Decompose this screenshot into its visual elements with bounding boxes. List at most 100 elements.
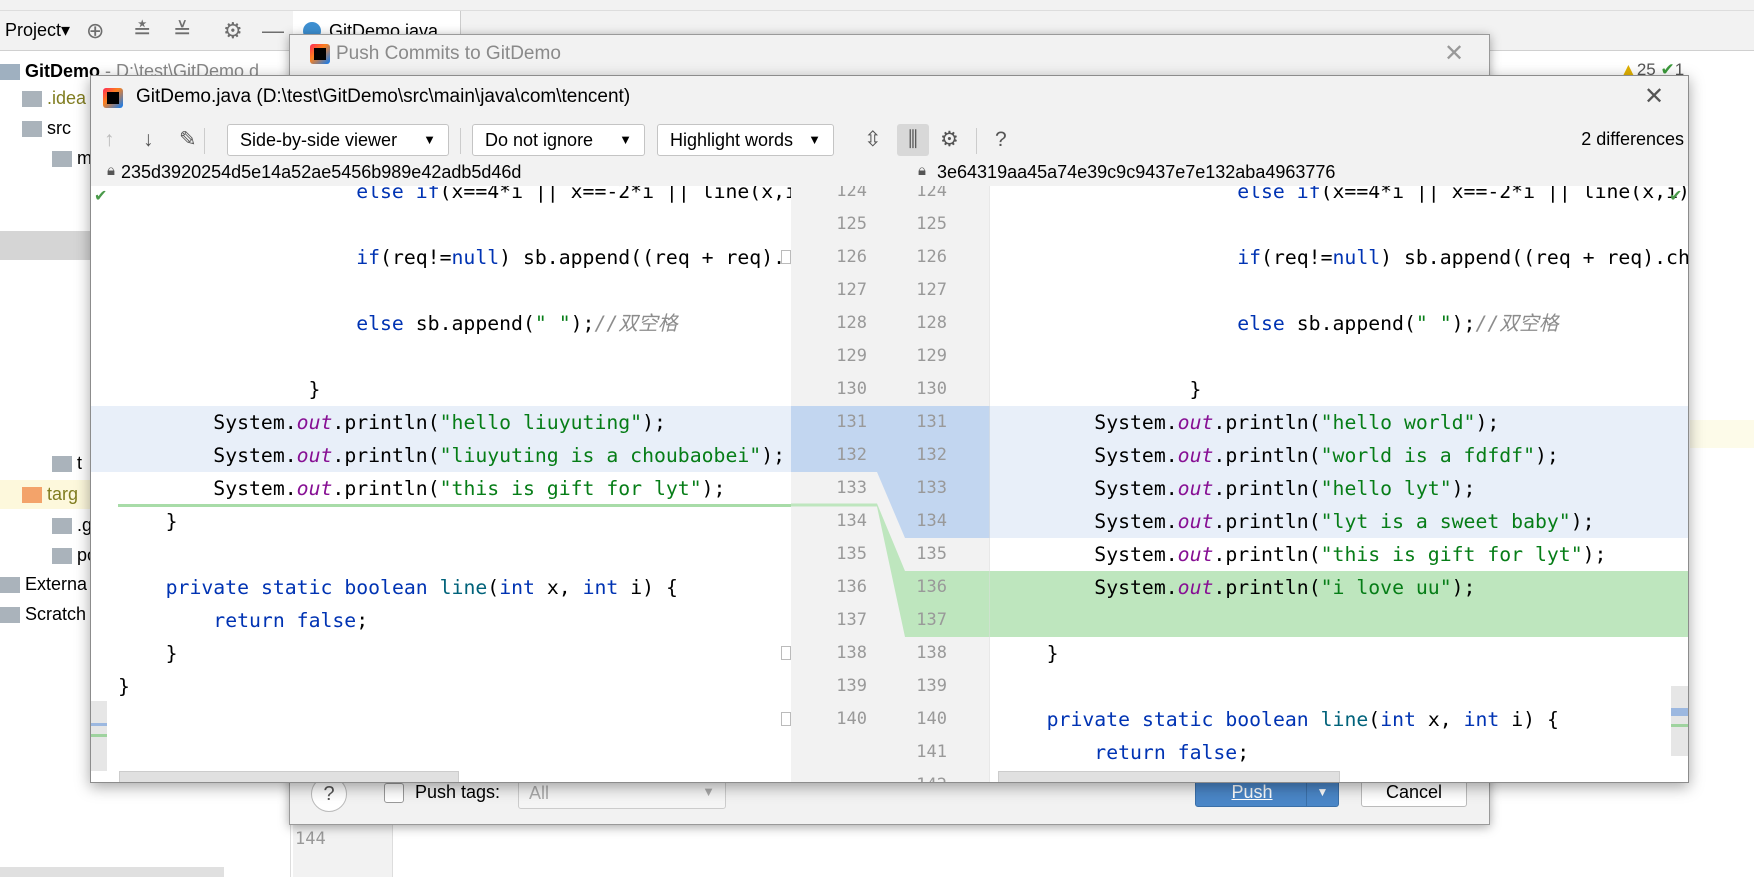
code-line[interactable]: System.out.println("this is gift for lyt…: [91, 472, 791, 505]
code-line[interactable]: System.out.println("hello lyt");: [990, 472, 1688, 505]
diff-content: else if(x==4*i || x==-2*i || line(x,i)) …: [91, 186, 1688, 782]
code-text: System.out.println("hello lyt");: [1094, 477, 1476, 500]
code-line[interactable]: else sb.append(" ");//双空格: [990, 307, 1688, 340]
folder-icon: [22, 91, 42, 108]
collapse-all-icon[interactable]: ≚: [173, 19, 191, 43]
tree-scrollbar[interactable]: [0, 867, 224, 877]
gear-icon[interactable]: ⚙: [940, 126, 959, 154]
code-line[interactable]: private static boolean line(int x, int i…: [990, 703, 1688, 736]
folder-icon: [0, 607, 20, 624]
code-line[interactable]: [91, 274, 791, 307]
code-line[interactable]: System.out.println("hello world");: [990, 406, 1688, 439]
code-text: }: [999, 642, 1059, 665]
code-line[interactable]: private static boolean line(int x, int i…: [91, 571, 791, 604]
line-number: 131: [916, 412, 947, 432]
line-number: 124: [836, 186, 867, 201]
line-number: 140: [916, 709, 947, 729]
fold-icon[interactable]: [781, 646, 791, 660]
diff-dialog: GitDemo.java (D:\test\GitDemo\src\main\j…: [90, 75, 1689, 783]
code-line[interactable]: else sb.append(" ");//双空格: [91, 307, 791, 340]
line-number: 144: [295, 829, 326, 849]
code-line[interactable]: [91, 208, 791, 241]
folder-icon: [52, 548, 72, 565]
fold-icon[interactable]: [781, 712, 791, 726]
right-error-stripe[interactable]: [1671, 686, 1688, 756]
fold-icon[interactable]: [781, 250, 791, 264]
code-line[interactable]: [91, 703, 791, 736]
code-text: }: [118, 642, 178, 665]
code-line[interactable]: else if(x==4*i || x==-2*i || line(x,i)): [990, 186, 1688, 208]
line-number: 132: [836, 445, 867, 465]
code-text: return false;: [213, 609, 369, 632]
line-number: 138: [916, 643, 947, 663]
code-line[interactable]: }: [91, 637, 791, 670]
folder-icon: [22, 487, 42, 504]
close-icon[interactable]: ✕: [1644, 85, 1664, 109]
code-line[interactable]: return false;: [990, 736, 1688, 769]
code-line[interactable]: else if(x==4*i || x==-2*i || line(x,i)): [91, 186, 791, 208]
code-text: System.out.println("hello liuyuting");: [213, 411, 666, 434]
right-horizontal-scrollbar[interactable]: [998, 771, 1340, 782]
diff-connector: [791, 186, 990, 782]
line-number: 130: [836, 379, 867, 399]
toolbar-separator: [460, 128, 461, 154]
code-line[interactable]: [91, 340, 791, 373]
right-revision-hash: 3e64319aa45a74e39c9c9437e7e132aba4963776: [937, 162, 1336, 182]
ignore-whitespace-select[interactable]: Do not ignore ▼: [472, 124, 645, 156]
code-text: System.out.println("liuyuting is a choub…: [213, 444, 786, 467]
code-line[interactable]: System.out.println("lyt is a sweet baby"…: [990, 505, 1688, 538]
code-text: private static boolean line(int x, int i…: [1046, 708, 1559, 731]
push-tags-checkbox[interactable]: [384, 783, 404, 803]
code-line[interactable]: }: [990, 637, 1688, 670]
code-line[interactable]: System.out.println("world is a fdfdf");: [990, 439, 1688, 472]
code-line[interactable]: if(req!=null) sb.append((req + req).char…: [990, 241, 1688, 274]
previous-difference-icon[interactable]: ↑: [104, 126, 115, 154]
code-line[interactable]: System.out.println("i love uu");: [990, 571, 1688, 604]
code-line[interactable]: [990, 604, 1688, 637]
left-editor[interactable]: else if(x==4*i || x==-2*i || line(x,i)) …: [91, 186, 791, 771]
left-horizontal-scrollbar[interactable]: [119, 771, 459, 782]
viewer-select[interactable]: Side-by-side viewer ▼: [227, 124, 449, 156]
minimize-icon[interactable]: —: [262, 19, 284, 43]
code-line[interactable]: System.out.println("this is gift for lyt…: [990, 538, 1688, 571]
close-icon[interactable]: ✕: [1444, 42, 1464, 66]
line-number: 124: [916, 186, 947, 201]
tree-item-label: src: [47, 118, 71, 138]
expand-all-icon[interactable]: ≛: [133, 19, 151, 43]
folder-icon: [22, 121, 42, 138]
left-error-stripe[interactable]: [91, 701, 107, 771]
code-line[interactable]: [91, 538, 791, 571]
code-line[interactable]: }: [91, 670, 791, 703]
collapse-unchanged-icon[interactable]: ⇳: [864, 126, 882, 154]
code-line[interactable]: }: [990, 373, 1688, 406]
right-editor[interactable]: else if(x==4*i || x==-2*i || line(x,i)) …: [990, 186, 1688, 771]
code-text: System.out.println("lyt is a sweet baby"…: [1094, 510, 1595, 533]
folder-icon: [52, 151, 72, 168]
tree-item-label: GitDemo: [25, 61, 101, 81]
code-line[interactable]: [990, 274, 1688, 307]
current-line-highlight: [1690, 420, 1754, 448]
highlight-mode-select[interactable]: Highlight words ▼: [657, 124, 834, 156]
dialog-title: Push Commits to GitDemo: [336, 43, 561, 64]
chevron-down-icon: ▼: [808, 132, 821, 147]
tree-item-label: .idea: [47, 88, 87, 108]
edit-source-icon[interactable]: ✎: [179, 126, 197, 154]
code-line[interactable]: if(req!=null) sb.append((req + req).char…: [91, 241, 791, 274]
line-number: 140: [836, 709, 867, 729]
help-icon[interactable]: ?: [995, 126, 1007, 154]
code-line[interactable]: System.out.println("liuyuting is a choub…: [91, 439, 791, 472]
sync-scroll-icon[interactable]: ⫼: [897, 124, 929, 156]
chevron-down-icon: ▼: [619, 132, 632, 147]
project-view-selector[interactable]: Project▾: [5, 20, 70, 41]
code-line[interactable]: [990, 340, 1688, 373]
code-line[interactable]: return false;: [91, 604, 791, 637]
code-line[interactable]: [990, 208, 1688, 241]
code-line[interactable]: }: [91, 505, 791, 538]
code-line[interactable]: [990, 670, 1688, 703]
code-line[interactable]: System.out.println("hello liuyuting");: [91, 406, 791, 439]
code-text: if(req!=null) sb.append((req + req).char…: [356, 246, 791, 269]
gear-icon[interactable]: ⚙: [223, 19, 243, 43]
locate-icon[interactable]: ⊕: [86, 19, 104, 43]
next-difference-icon[interactable]: ↓: [143, 126, 154, 154]
code-line[interactable]: }: [91, 373, 791, 406]
